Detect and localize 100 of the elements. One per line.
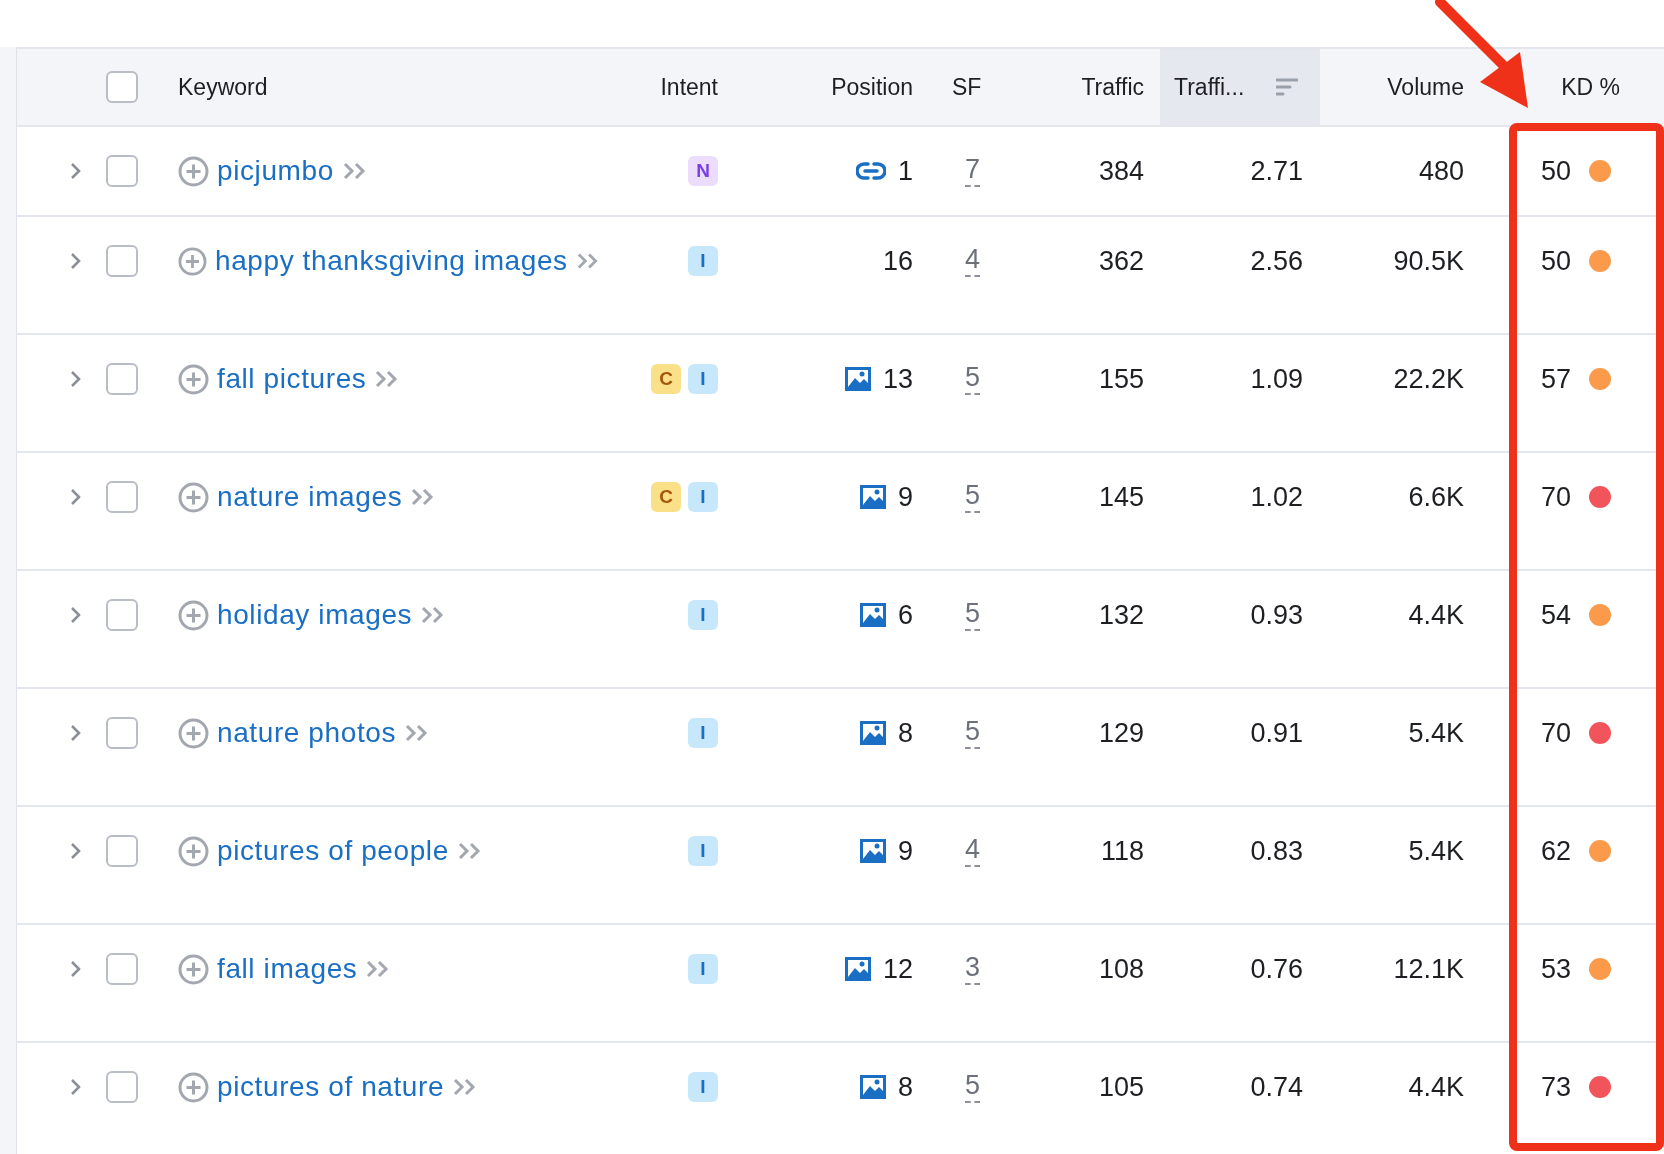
double-chevron-icon[interactable] xyxy=(341,161,368,181)
intent-badge: C xyxy=(651,364,681,394)
traffic-percent-value: 0.93 xyxy=(1250,599,1303,631)
volume-value: 4.4K xyxy=(1408,599,1464,631)
position-value: 8 xyxy=(897,717,913,749)
image-icon xyxy=(859,839,886,863)
checkbox[interactable] xyxy=(106,363,138,395)
image-icon xyxy=(844,957,871,981)
intent-badge: I xyxy=(688,246,718,276)
volume-value: 480 xyxy=(1418,155,1464,187)
serp-features-count[interactable]: 5 xyxy=(965,481,981,513)
sort-icon[interactable] xyxy=(1276,78,1298,96)
traffic-percent-value: 0.74 xyxy=(1250,1071,1303,1103)
position-value: 1 xyxy=(897,155,913,187)
checkbox[interactable] xyxy=(106,71,138,103)
intent-badge: I xyxy=(688,482,718,512)
checkbox[interactable] xyxy=(106,717,138,749)
keyword-link[interactable]: pictures of people xyxy=(217,835,449,867)
traffic-percent-value: 1.09 xyxy=(1250,363,1303,395)
checkbox[interactable] xyxy=(106,155,138,187)
plus-circle-icon[interactable] xyxy=(178,155,209,187)
checkbox[interactable] xyxy=(106,953,138,985)
column-header[interactable]: SF xyxy=(925,49,1000,125)
traffic-value: 118 xyxy=(1100,835,1144,867)
serp-features-count[interactable]: 4 xyxy=(965,835,981,867)
keyword-link[interactable]: fall images xyxy=(217,953,358,985)
chevron-right-icon[interactable] xyxy=(70,161,82,181)
plus-circle-icon[interactable] xyxy=(178,835,209,867)
image-icon xyxy=(859,1075,886,1099)
plus-circle-icon[interactable] xyxy=(178,717,209,749)
plus-circle-icon[interactable] xyxy=(178,245,207,277)
traffic-percent-value: 0.91 xyxy=(1250,717,1303,749)
volume-value: 90.5K xyxy=(1393,245,1464,277)
keyword-difficulty-value: 62 xyxy=(1540,835,1571,867)
position-value: 13 xyxy=(882,363,913,395)
serp-features-count[interactable]: 5 xyxy=(965,599,981,631)
column-header[interactable]: Position xyxy=(735,49,925,125)
chevron-right-icon[interactable] xyxy=(70,605,82,625)
volume-value: 5.4K xyxy=(1408,835,1464,867)
plus-circle-icon[interactable] xyxy=(178,1071,209,1103)
keyword-link[interactable]: picjumbo xyxy=(217,155,334,187)
keyword-link[interactable]: holiday images xyxy=(217,599,413,631)
double-chevron-icon[interactable] xyxy=(456,841,483,861)
serp-features-count[interactable]: 5 xyxy=(965,717,981,749)
traffic-value: 129 xyxy=(1098,717,1144,749)
serp-features-count[interactable]: 3 xyxy=(965,953,981,985)
traffic-value: 155 xyxy=(1098,363,1144,395)
column-header[interactable]: Traffi... xyxy=(1160,49,1320,125)
keyword-link[interactable]: nature images xyxy=(217,481,403,513)
keyword-link[interactable]: fall pictures xyxy=(217,363,367,395)
traffic-percent-value: 2.71 xyxy=(1250,155,1303,187)
column-header[interactable]: Keyword xyxy=(150,49,600,125)
intent-badge: I xyxy=(688,600,718,630)
serp-features-count[interactable]: 4 xyxy=(965,245,981,277)
keyword-difficulty-value: 53 xyxy=(1540,953,1571,985)
intent-badge: I xyxy=(688,364,718,394)
column-header[interactable]: KD % xyxy=(1475,49,1664,125)
position-value: 6 xyxy=(897,599,913,631)
checkbox[interactable] xyxy=(106,835,138,867)
volume-value: 5.4K xyxy=(1408,717,1464,749)
traffic-percent-value: 2.56 xyxy=(1250,245,1303,277)
image-icon xyxy=(859,485,886,509)
plus-circle-icon[interactable] xyxy=(178,953,209,985)
serp-features-count[interactable]: 7 xyxy=(965,155,981,187)
volume-value: 12.1K xyxy=(1393,953,1464,985)
chevron-right-icon[interactable] xyxy=(70,487,82,507)
double-chevron-icon[interactable] xyxy=(575,251,600,271)
checkbox[interactable] xyxy=(106,481,138,513)
keyword-difficulty-value: 70 xyxy=(1540,717,1571,749)
chevron-right-icon[interactable] xyxy=(70,251,82,271)
plus-circle-icon[interactable] xyxy=(178,599,209,631)
intent-badge: I xyxy=(688,954,718,984)
position-value: 8 xyxy=(897,1071,913,1103)
chevron-right-icon[interactable] xyxy=(70,1077,82,1097)
keyword-link[interactable]: nature photos xyxy=(217,717,397,749)
keyword-difficulty-value: 70 xyxy=(1540,481,1571,513)
column-header[interactable]: Traffic xyxy=(1000,49,1160,125)
intent-badge: I xyxy=(688,718,718,748)
keyword-link[interactable]: pictures of nature xyxy=(217,1071,445,1103)
traffic-value: 362 xyxy=(1098,245,1144,277)
serp-features-count[interactable]: 5 xyxy=(965,363,981,395)
column-header[interactable]: Volume xyxy=(1320,49,1475,125)
serp-features-count[interactable]: 5 xyxy=(965,1071,981,1103)
chevron-right-icon[interactable] xyxy=(70,723,82,743)
chevron-right-icon[interactable] xyxy=(70,841,82,861)
intent-badge: I xyxy=(688,1072,718,1102)
checkbox[interactable] xyxy=(106,1071,138,1103)
checkbox[interactable] xyxy=(106,245,138,277)
traffic-value: 132 xyxy=(1098,599,1144,631)
image-icon xyxy=(859,603,886,627)
plus-circle-icon[interactable] xyxy=(178,481,209,513)
chevron-right-icon[interactable] xyxy=(70,959,82,979)
plus-circle-icon[interactable] xyxy=(178,363,209,395)
column-header[interactable]: Intent xyxy=(600,49,735,125)
checkbox[interactable] xyxy=(106,599,138,631)
position-value: 9 xyxy=(897,481,913,513)
keyword-difficulty-value: 57 xyxy=(1540,363,1571,395)
keyword-link[interactable]: happy thanksgiving images xyxy=(214,245,568,277)
chevron-right-icon[interactable] xyxy=(70,369,82,389)
image-icon xyxy=(844,367,871,391)
